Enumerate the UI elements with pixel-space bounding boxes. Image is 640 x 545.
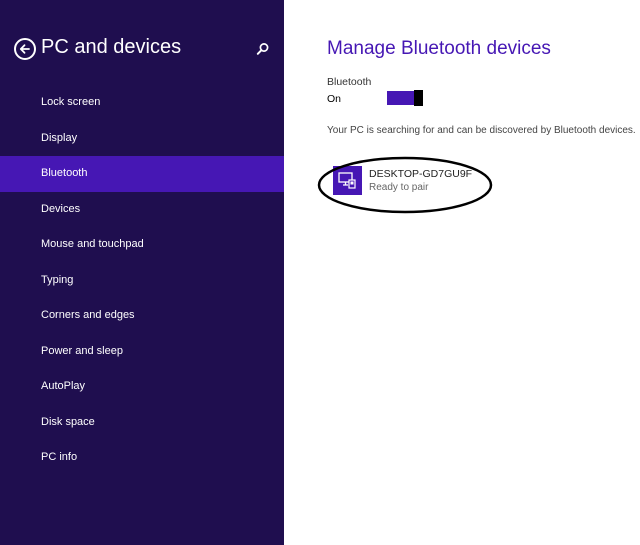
- nav-item-label: PC info: [41, 451, 78, 463]
- nav-item-autoplay[interactable]: AutoPlay: [0, 369, 284, 405]
- nav-item-pc-info[interactable]: PC info: [0, 440, 284, 476]
- device-name: DESKTOP-GD7GU9F: [369, 168, 473, 180]
- nav-item-label: Disk space: [41, 415, 95, 428]
- nav-item-label: Power and sleep: [41, 344, 123, 357]
- navigation-pane: PC and devices Lock screen Display Bluet…: [0, 0, 284, 545]
- page-title: Manage Bluetooth devices: [327, 38, 551, 59]
- nav-item-bluetooth[interactable]: Bluetooth: [0, 156, 284, 192]
- nav-item-label: Bluetooth: [41, 167, 88, 179]
- nav-item-lock-screen[interactable]: Lock screen: [0, 85, 284, 121]
- nav-item-label: Mouse and touchpad: [41, 238, 144, 250]
- nav-title: PC and devices: [41, 36, 182, 58]
- nav-item-power-and-sleep[interactable]: Power and sleep: [0, 334, 284, 370]
- nav-item-label: Devices: [41, 202, 81, 215]
- nav-item-mouse-and-touchpad[interactable]: Mouse and touchpad: [0, 227, 284, 263]
- device-status: Ready to pair: [369, 182, 429, 193]
- nav-item-typing[interactable]: Typing: [0, 263, 284, 299]
- bluetooth-state-text: On: [327, 93, 342, 105]
- bluetooth-toggle-label: Bluetooth: [327, 76, 372, 88]
- discovery-status-text: Your PC is searching for and can be disc…: [327, 125, 636, 136]
- back-arrow-icon[interactable]: [14, 38, 36, 60]
- nav-list: Lock screen Display Bluetooth Devices Mo…: [0, 85, 284, 476]
- nav-item-label: Typing: [41, 273, 74, 286]
- nav-item-display[interactable]: Display: [0, 121, 284, 157]
- nav-item-label: Display: [41, 131, 78, 144]
- nav-item-devices[interactable]: Devices: [0, 192, 284, 228]
- toggle-thumb: [414, 90, 423, 106]
- pc-settings-window: PC and devices Lock screen Display Bluet…: [0, 0, 640, 545]
- nav-item-corners-and-edges[interactable]: Corners and edges: [0, 298, 284, 334]
- computer-device-icon: [333, 166, 362, 195]
- nav-item-label: AutoPlay: [41, 380, 86, 392]
- search-icon[interactable]: [256, 42, 270, 56]
- bluetooth-toggle[interactable]: [387, 90, 423, 106]
- device-item[interactable]: DESKTOP-GD7GU9F Ready to pair: [333, 166, 493, 196]
- nav-item-label: Corners and edges: [41, 309, 135, 321]
- nav-item-disk-space[interactable]: Disk space: [0, 405, 284, 441]
- nav-item-label: Lock screen: [41, 96, 101, 108]
- content-pane: Manage Bluetooth devices Bluetooth On Yo…: [284, 0, 640, 545]
